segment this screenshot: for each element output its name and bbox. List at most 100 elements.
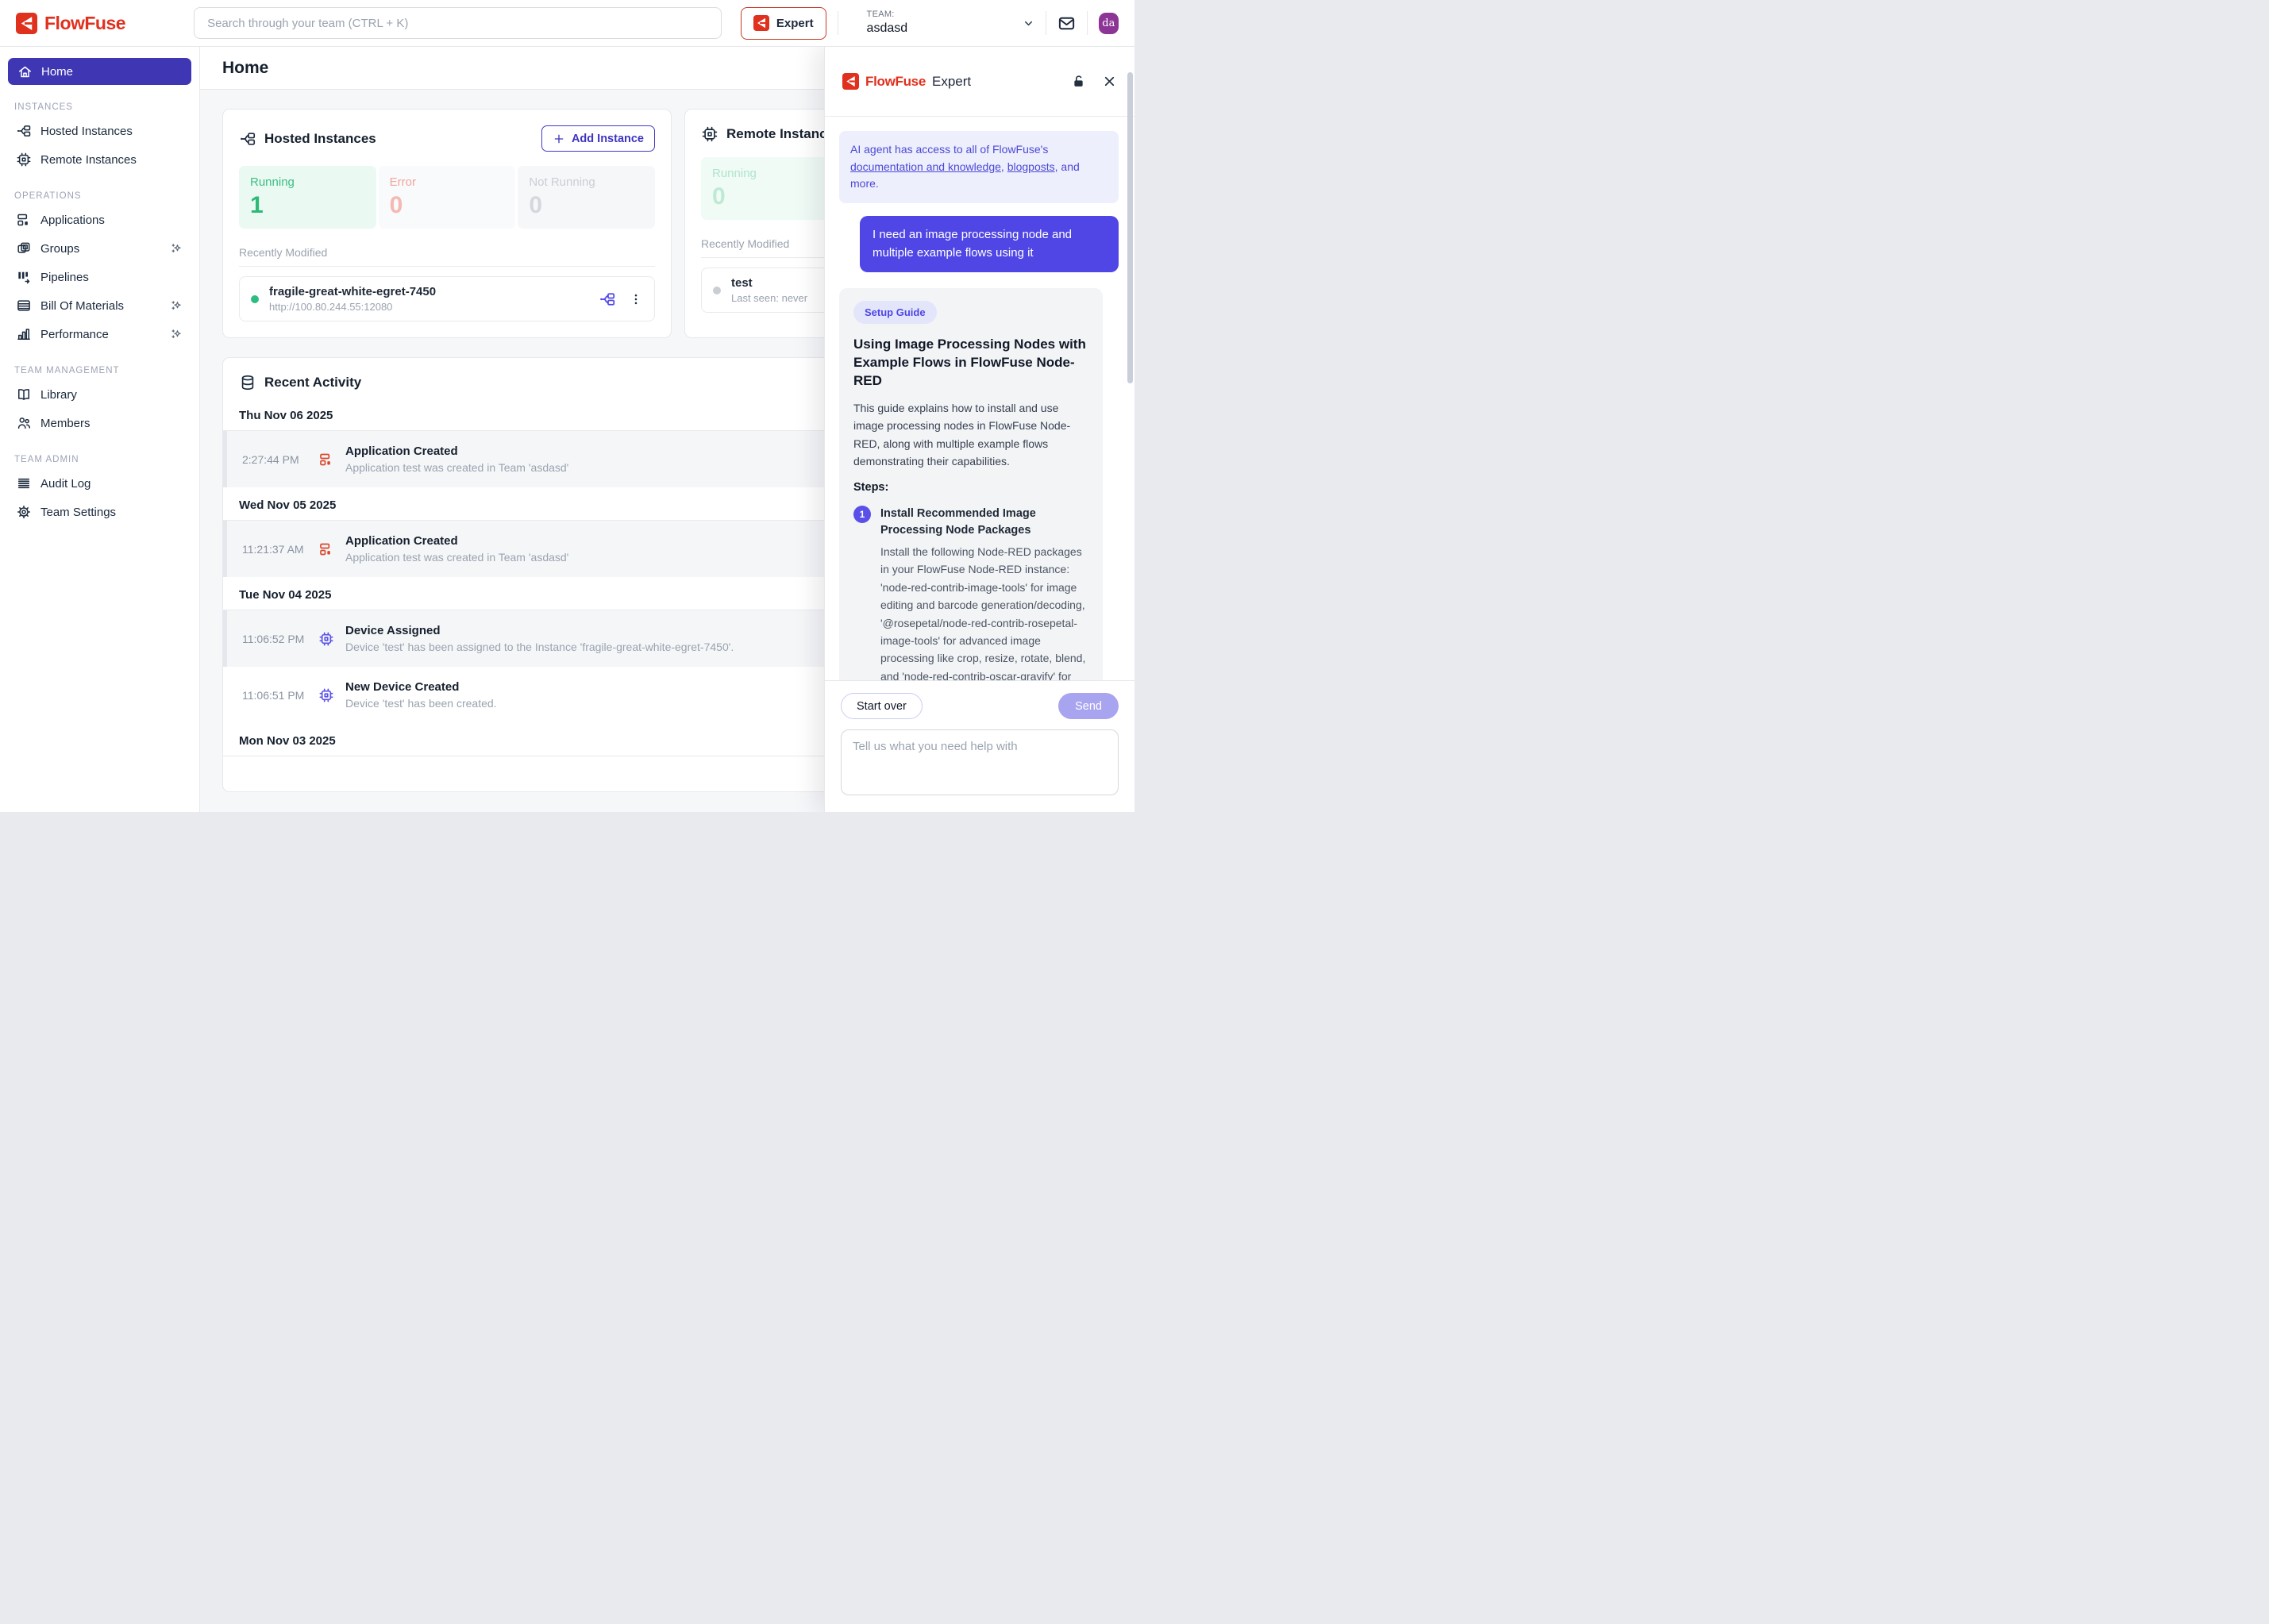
mail-icon[interactable] (1057, 14, 1076, 33)
expert-panel-header: FlowFuse Expert (825, 47, 1134, 117)
sidebar-item-home[interactable]: Home (8, 58, 191, 85)
team-name: asdasd (867, 21, 908, 37)
step-title: Install Recommended Image Processing Nod… (880, 506, 1088, 538)
stat-not-running: Not Running 0 (518, 166, 655, 229)
scrollbar-thumb[interactable] (1127, 72, 1133, 383)
device-icon (318, 631, 334, 647)
sidebar-item-hosted-instances[interactable]: Hosted Instances (8, 117, 191, 145)
card-title: Hosted Instances (264, 131, 376, 147)
sidebar-item-audit-log[interactable]: Audit Log (8, 469, 191, 498)
sidebar-item-library[interactable]: Library (8, 380, 191, 409)
status-dot-running (251, 295, 259, 303)
sidebar-item-label: Remote Instances (40, 153, 137, 167)
instance-name: fragile-great-white-egret-7450 (269, 285, 436, 298)
stat-value: 0 (390, 192, 505, 219)
device-icon (318, 687, 334, 703)
add-instance-label: Add Instance (572, 133, 644, 145)
sidebar-item-label: Groups (40, 242, 79, 256)
stat-running: Running 0 (701, 157, 841, 220)
device-last-seen: Last seen: never (731, 292, 807, 304)
sidebar-item-label: Pipelines (40, 271, 89, 284)
step-body: Install the following Node-RED packages … (880, 543, 1088, 680)
sidebar-item-applications[interactable]: Applications (8, 206, 191, 234)
blogposts-link[interactable]: blogposts (1007, 160, 1055, 173)
steps-label: Steps: (853, 481, 1088, 494)
activity-time: 11:21:37 AM (242, 543, 318, 556)
open-instance-icon[interactable] (599, 291, 616, 308)
activity-detail: Device 'test' has been assigned to the I… (345, 641, 734, 653)
unlock-icon[interactable] (1071, 74, 1086, 89)
sidebar-item-label: Performance (40, 328, 109, 341)
stat-label: Running (250, 175, 365, 189)
database-icon (239, 374, 256, 391)
sidebar-item-label: Audit Log (40, 477, 91, 491)
flowfuse-logo[interactable]: FlowFuse (16, 13, 125, 34)
send-button[interactable]: Send (1058, 693, 1119, 719)
instance-url[interactable]: http://100.80.244.55:12080 (269, 301, 436, 313)
add-instance-button[interactable]: Add Instance (541, 125, 655, 152)
sidebar-section-instances: INSTANCES (14, 102, 185, 112)
sidebar-item-label: Home (41, 65, 73, 79)
recently-modified-label: Recently Modified (239, 246, 655, 267)
stat-label: Not Running (529, 175, 644, 189)
app-window: FlowFuse Expert TEAM: asdasd da (0, 0, 1134, 812)
application-icon (318, 541, 334, 557)
groups-icon (16, 241, 32, 256)
sidebar-item-performance[interactable]: Performance (8, 320, 191, 348)
sidebar-item-members[interactable]: Members (8, 409, 191, 437)
expert-panel: FlowFuse Expert AI agent has access to a… (824, 47, 1134, 812)
close-icon[interactable] (1102, 74, 1117, 89)
divider (1087, 11, 1088, 35)
stat-value: 1 (250, 192, 365, 219)
stat-error: Error 0 (379, 166, 516, 229)
activity-title: Application Created (345, 534, 568, 548)
kebab-menu-icon[interactable] (629, 292, 643, 306)
applications-icon (16, 212, 32, 228)
sidebar-item-bill-of-materials[interactable]: Bill Of Materials (8, 291, 191, 320)
activity-date: Mon Nov 03 2025 (223, 723, 837, 756)
sidebar-item-label: Applications (40, 214, 105, 227)
sidebar-item-groups[interactable]: Groups (8, 234, 191, 263)
sparkles-icon (169, 298, 183, 313)
sidebar: Home INSTANCES Hosted Instances Remote I… (0, 47, 200, 812)
performance-icon (16, 326, 32, 342)
sidebar-item-remote-instances[interactable]: Remote Instances (8, 145, 191, 174)
device-name: test (731, 276, 807, 290)
guide-step: 1 Install Recommended Image Processing N… (853, 506, 1088, 680)
chat-input[interactable] (841, 729, 1119, 795)
start-over-button[interactable]: Start over (841, 693, 923, 719)
user-avatar[interactable]: da (1099, 13, 1119, 34)
bill-of-materials-icon (16, 298, 32, 314)
ai-access-notice: AI agent has access to all of FlowFuse's… (839, 131, 1119, 203)
activity-detail: Application test was created in Team 'as… (345, 461, 568, 474)
sidebar-item-label: Team Settings (40, 506, 116, 519)
sidebar-item-team-settings[interactable]: Team Settings (8, 498, 191, 526)
gear-icon (16, 504, 32, 520)
sidebar-section-operations: OPERATIONS (14, 191, 185, 201)
expert-brand: FlowFuse (865, 74, 926, 90)
chevron-down-icon (1023, 17, 1034, 29)
activity-time: 11:06:52 PM (242, 633, 318, 645)
instance-row[interactable]: fragile-great-white-egret-7450 http://10… (239, 276, 655, 321)
sidebar-item-label: Members (40, 417, 91, 430)
sparkles-icon (169, 327, 183, 341)
search-input[interactable] (194, 7, 722, 39)
expert-footer: Start over Send (825, 680, 1134, 812)
activity-title: New Device Created (345, 680, 497, 694)
activity-detail: Device 'test' has been created. (345, 697, 497, 710)
activity-row: 11:06:51 PM New Device Created Device 't… (223, 667, 837, 723)
assistant-message: Setup Guide Using Image Processing Nodes… (839, 288, 1103, 680)
guide-title: Using Image Processing Nodes with Exampl… (853, 336, 1088, 391)
sidebar-item-label: Bill Of Materials (40, 299, 124, 313)
documentation-link[interactable]: documentation and knowledge (850, 160, 1001, 173)
sidebar-item-pipelines[interactable]: Pipelines (8, 263, 191, 291)
home-icon (17, 64, 33, 79)
team-dropdown[interactable]: TEAM: asdasd (867, 10, 1034, 37)
stat-label: Error (390, 175, 505, 189)
notice-text: AI agent has access to all of FlowFuse's (850, 143, 1048, 156)
expert-messages: AI agent has access to all of FlowFuse's… (825, 117, 1134, 680)
activity-date: Thu Nov 06 2025 (223, 398, 837, 430)
team-label: TEAM: (867, 10, 908, 21)
remote-instances-icon (16, 152, 32, 167)
expert-button[interactable]: Expert (741, 7, 826, 40)
